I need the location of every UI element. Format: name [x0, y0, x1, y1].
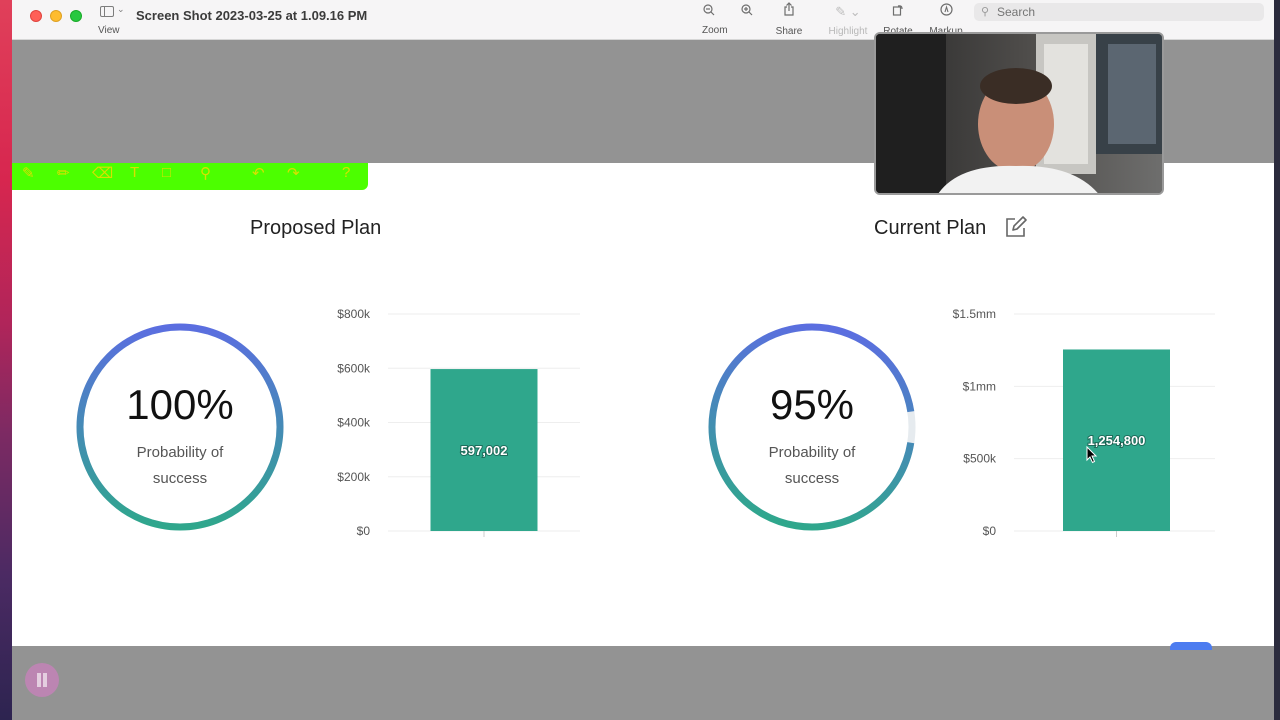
pen-icon[interactable]: ✎ — [22, 164, 35, 182]
highlight-button[interactable]: ✎ ⌄ Highlight — [822, 2, 874, 37]
zoom-label: Zoom — [702, 25, 728, 36]
redo-icon[interactable]: ↷ — [287, 164, 300, 182]
rotate-icon — [880, 2, 916, 22]
presenter-video — [876, 34, 1162, 193]
zoom-in-icon — [736, 2, 758, 22]
y-tick-label: $0 — [357, 524, 371, 538]
help-icon[interactable]: ? — [342, 164, 350, 181]
view-button[interactable]: ⌄ View — [98, 4, 132, 38]
text-tool-icon[interactable]: T — [130, 164, 139, 181]
sidebar-icon — [100, 6, 114, 17]
search-input[interactable] — [997, 5, 1247, 19]
y-tick-label: $200k — [337, 470, 371, 484]
markup-icon — [924, 2, 968, 22]
chevron-down-icon: ⌄ — [117, 4, 125, 14]
toggle-switch[interactable] — [1170, 642, 1212, 650]
webcam-overlay[interactable] — [874, 32, 1164, 195]
proposed-value-chart: $0 $200k $400k $600k $800k 597,002 — [320, 300, 590, 550]
proposed-plan-title: Proposed Plan — [250, 217, 382, 239]
search-field[interactable]: ⚲ — [974, 3, 1264, 21]
current-value-chart: $0 $500k $1mm $1.5mm 1,254,800 — [950, 300, 1225, 550]
proposed-probability-caption: Probability of success — [74, 440, 286, 492]
annotation-toolbar: ✎ ✏ ⌫ T □ ⚲ ↶ ↷ ? — [12, 163, 368, 190]
caption-line-2: success — [784, 470, 840, 487]
proposed-probability-gauge: 100% Probability of success — [74, 321, 286, 533]
search-icon: ⚲ — [981, 6, 990, 18]
recording-overlay-bottom — [12, 646, 1274, 720]
proposed-probability-value: 100% — [126, 381, 234, 428]
y-tick-label: $600k — [337, 361, 371, 375]
close-window-button[interactable] — [30, 10, 42, 22]
bar-data-label: 597,002 — [461, 443, 508, 458]
caption-line-1: Probability of — [768, 444, 856, 461]
rectangle-tool-icon[interactable]: □ — [162, 164, 171, 181]
current-probability-value: 95% — [769, 381, 855, 428]
edit-plan-icon[interactable] — [1003, 214, 1029, 240]
view-label: View — [98, 25, 120, 36]
minimize-window-button[interactable] — [50, 10, 62, 22]
document-title: Screen Shot 2023-03-25 at 1.09.16 PM — [136, 8, 368, 23]
y-tick-label: $400k — [337, 416, 371, 430]
current-probability-caption: Probability of success — [706, 440, 918, 492]
current-plan-title: Current Plan — [874, 217, 987, 239]
desktop-edge — [0, 0, 12, 720]
highlighter-icon[interactable]: ✏ — [57, 164, 70, 182]
highlight-label: Highlight — [828, 26, 868, 37]
current-bar-chart: $0$500k$1mm$1.5mm1,254,800 — [953, 307, 1215, 538]
caption-line-2: success — [152, 470, 208, 487]
zoom-out-icon — [698, 2, 720, 22]
pause-recording-button[interactable] — [25, 663, 59, 697]
caption-line-1: Probability of — [136, 444, 224, 461]
share-button[interactable]: Share — [772, 2, 806, 37]
current-probability-gauge: 95% Probability of success — [706, 321, 918, 533]
highlighter-icon: ✎ ⌄ — [835, 4, 861, 19]
y-tick-label: $800k — [337, 307, 371, 321]
mouse-cursor — [1086, 446, 1098, 464]
y-tick-label: $1.5mm — [953, 307, 996, 321]
undo-icon[interactable]: ↶ — [252, 164, 265, 182]
zoom-out-button[interactable] — [698, 2, 720, 22]
share-label: Share — [775, 26, 803, 37]
fullscreen-window-button[interactable] — [70, 10, 82, 22]
y-tick-label: $0 — [983, 524, 997, 538]
proposed-bar-chart: $0 $200k $400k $600k $800k 597,002 — [337, 307, 580, 538]
zoom-in-button[interactable] — [736, 2, 758, 22]
y-tick-label: $1mm — [963, 379, 996, 393]
desktop-edge-right — [1274, 0, 1280, 720]
share-icon — [772, 2, 806, 22]
zoom-tool-icon[interactable]: ⚲ — [200, 164, 211, 182]
eraser-icon[interactable]: ⌫ — [92, 164, 113, 182]
y-tick-label: $500k — [963, 452, 997, 466]
